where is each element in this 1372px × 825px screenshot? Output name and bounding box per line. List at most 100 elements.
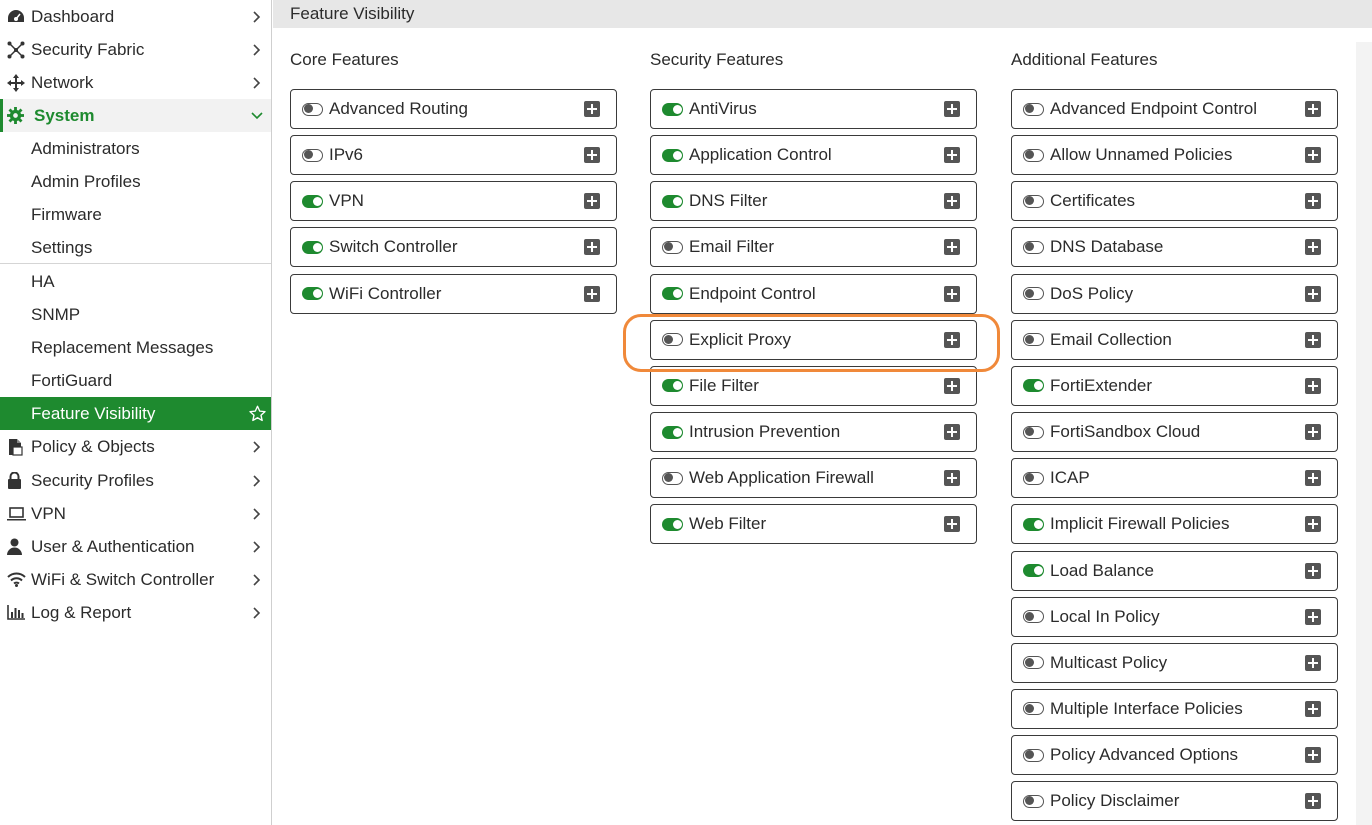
plus-icon[interactable] [944,239,960,256]
plus-icon[interactable] [1305,747,1321,764]
feature-toggle[interactable] [662,287,683,301]
plus-icon[interactable] [1305,424,1321,441]
feature-toggle[interactable] [662,425,683,439]
feature-toggle[interactable] [1023,748,1044,762]
feature-toggle[interactable] [302,102,323,116]
sidebar-item-admin-profiles[interactable]: Admin Profiles [0,165,271,198]
feature-row-certificates: Certificates [1011,181,1338,222]
toggle-knob [1025,242,1034,252]
toggle-knob [313,196,322,206]
scrollbar[interactable] [1356,42,1372,825]
plus-icon[interactable] [1305,377,1321,394]
plus-icon[interactable] [1305,193,1321,210]
feature-toggle[interactable] [1023,240,1044,254]
star-icon[interactable] [243,405,271,422]
sidebar-item-snmp[interactable]: SNMP [0,298,271,331]
feature-label: Certificates [1050,191,1136,211]
plus-icon[interactable] [944,101,960,117]
plus-icon[interactable] [1305,793,1321,810]
feature-toggle[interactable] [662,102,683,116]
feature-toggle[interactable] [662,517,683,531]
sidebar-item-security-fabric[interactable]: Security Fabric [0,33,271,66]
feature-label: Local In Policy [1050,606,1160,626]
feature-label: DNS Database [1050,237,1164,257]
plus-icon[interactable] [1305,101,1321,117]
plus-icon[interactable] [1305,331,1321,348]
feature-label: DNS Filter [689,191,768,211]
sidebar-item-log-report[interactable]: Log & Report [0,596,271,629]
plus-icon[interactable] [584,147,600,164]
sidebar-item-vpn[interactable]: VPN [0,497,271,530]
feature-toggle[interactable] [1023,656,1044,670]
plus-icon[interactable] [1305,654,1321,671]
plus-icon[interactable] [944,147,960,164]
feature-toggle[interactable] [1023,517,1044,531]
feature-toggle[interactable] [302,148,323,162]
feature-row-endpoint-control: Endpoint Control [650,273,977,314]
sidebar-item-wifi-switch-controller[interactable]: WiFi & Switch Controller [0,563,271,596]
sidebar-item-feature-visibility[interactable]: Feature Visibility [0,397,271,430]
plus-icon[interactable] [944,424,960,441]
sidebar-item-ha[interactable]: HA [0,265,271,298]
toggle-knob [1025,657,1034,667]
plus-icon[interactable] [1305,608,1321,625]
plus-icon[interactable] [944,377,960,394]
feature-toggle[interactable] [662,471,683,485]
feature-toggle[interactable] [662,194,683,208]
plus-icon[interactable] [584,239,600,256]
feature-label: Implicit Firewall Policies [1050,514,1230,534]
plus-icon[interactable] [944,193,960,210]
sidebar-item-security-profiles[interactable]: Security Profiles [0,464,271,497]
plus-icon[interactable] [584,193,600,210]
plus-icon[interactable] [1305,700,1321,717]
plus-icon[interactable] [1305,562,1321,579]
feature-toggle[interactable] [1023,194,1044,208]
sidebar-item-network[interactable]: Network [0,66,271,99]
feature-row-multiple-interface-policies: Multiple Interface Policies [1011,688,1338,729]
feature-label: ICAP [1050,468,1090,488]
feature-toggle[interactable] [662,333,683,347]
plus-icon[interactable] [944,470,960,487]
feature-toggle[interactable] [1023,287,1044,301]
feature-toggle[interactable] [1023,471,1044,485]
feature-toggle[interactable] [662,240,683,254]
laptop-icon [0,506,31,521]
feature-toggle[interactable] [1023,794,1044,808]
feature-toggle[interactable] [662,379,683,393]
feature-toggle[interactable] [1023,425,1044,439]
plus-icon[interactable] [1305,285,1321,302]
feature-row-email-collection: Email Collection [1011,319,1338,360]
plus-icon[interactable] [944,331,960,348]
plus-icon[interactable] [944,285,960,302]
feature-toggle[interactable] [1023,610,1044,624]
sidebar-item-policy-objects[interactable]: Policy & Objects [0,430,271,463]
sidebar-item-firmware[interactable]: Firmware [0,198,271,231]
sidebar-item-system[interactable]: System [0,99,271,132]
plus-icon[interactable] [944,516,960,533]
plus-icon[interactable] [1305,516,1321,533]
feature-row-policy-disclaimer: Policy Disclaimer [1011,781,1338,822]
plus-icon[interactable] [1305,239,1321,256]
sidebar-item-fortiguard[interactable]: FortiGuard [0,364,271,397]
feature-toggle[interactable] [662,148,683,162]
feature-toggle[interactable] [1023,564,1044,577]
sidebar-item-replacement-messages[interactable]: Replacement Messages [0,331,271,364]
feature-toggle[interactable] [302,287,323,301]
feature-toggle[interactable] [1023,379,1044,393]
sidebar-item-user-authentication[interactable]: User & Authentication [0,530,271,563]
feature-toggle[interactable] [1023,333,1044,347]
feature-toggle[interactable] [302,194,323,208]
toggle-knob [1034,566,1043,575]
feature-toggle[interactable] [1023,102,1044,116]
plus-icon[interactable] [1305,470,1321,487]
feature-toggle[interactable] [1023,148,1044,162]
plus-icon[interactable] [1305,147,1321,164]
plus-icon[interactable] [584,101,600,117]
sidebar-item-administrators[interactable]: Administrators [0,132,271,165]
sidebar-item-dashboard[interactable]: Dashboard [0,0,271,33]
feature-toggle[interactable] [1023,702,1044,716]
toggle-knob [1025,288,1034,298]
feature-toggle[interactable] [302,240,323,254]
sidebar-item-settings[interactable]: Settings [0,231,271,264]
plus-icon[interactable] [584,285,600,302]
